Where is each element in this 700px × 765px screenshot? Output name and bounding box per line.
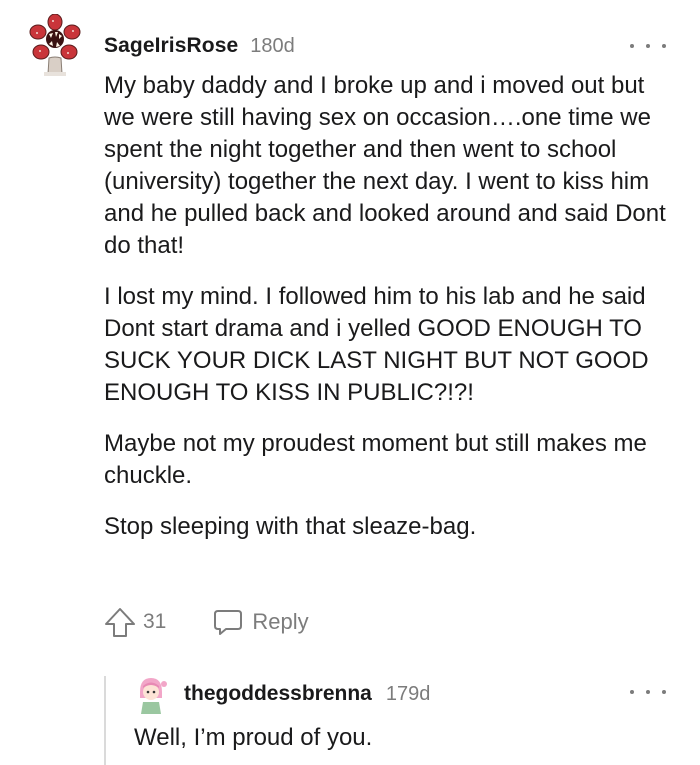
reply-username[interactable]: thegoddessbrenna [184,682,372,706]
more-options-icon[interactable] [630,684,666,700]
comment-paragraph: Stop sleeping with that sleaze-bag. [104,513,477,540]
vote-group: 31 [103,605,166,639]
thread-line[interactable] [104,676,106,765]
reply-age: 179d [385,683,431,705]
comment-meta: SageIrisRose 180d [104,34,295,58]
reply-label: Reply [252,609,309,634]
reply-button[interactable]: Reply [212,606,309,638]
comment-paragraph: Maybe not my proudest moment but still m… [104,430,647,489]
comment-age: 180d [250,35,295,57]
comment-paragraph: My baby daddy and I broke up and i moved… [104,72,666,259]
username[interactable]: SageIrisRose [104,34,238,58]
dot [662,44,666,48]
vote-count: 31 [143,610,167,633]
dot [662,690,666,694]
speech-bubble-icon [214,610,243,635]
reply-body: Well, I’m proud of you. [134,724,373,751]
more-options-icon[interactable] [630,38,666,54]
dot [630,690,634,694]
reply-user-avatar[interactable] [134,676,168,716]
reply-meta: thegoddessbrenna 179d [184,682,430,706]
dot [646,690,650,694]
comment-paragraph: I lost my mind. I followed him to his la… [104,283,649,406]
user-avatar[interactable] [28,14,82,76]
upvote-arrow-icon[interactable] [103,605,137,639]
comment-body: My baby daddy and I broke up and i moved… [104,70,679,562]
dot [630,44,634,48]
dot [646,44,650,48]
comment-actions: 31 Reply [103,604,309,640]
